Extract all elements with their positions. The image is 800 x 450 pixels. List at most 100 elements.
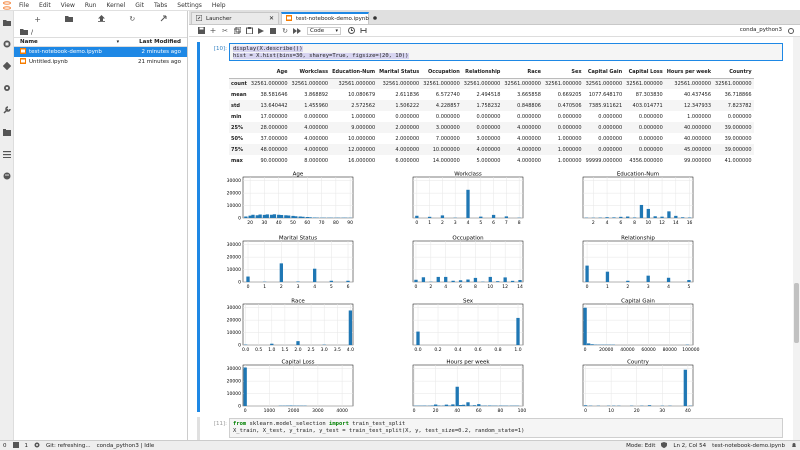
running-icon[interactable] [2, 39, 12, 49]
git-status[interactable]: Git: refreshing... [43, 443, 94, 449]
table-cell: 39.000000 [724, 135, 752, 142]
close-icon[interactable]: ✕ [269, 15, 274, 22]
new-folder-icon[interactable] [65, 15, 74, 24]
kernel-status[interactable]: conda_python3 | Idle [94, 443, 158, 449]
histogram-bar [262, 214, 267, 218]
cursor-position[interactable]: Ln 2, Col 54 [670, 443, 709, 449]
row-label: count [231, 80, 247, 87]
upload-icon[interactable] [97, 14, 105, 24]
row-label: 25% [231, 124, 243, 131]
stop-icon[interactable] [267, 26, 279, 36]
git-clone-icon[interactable] [160, 15, 167, 24]
file-row[interactable]: test-notebook-demo.ipynb 2 minutes ago [14, 47, 187, 57]
save-icon[interactable] [195, 26, 207, 36]
x-tick-label: 8 [633, 220, 636, 226]
kernel-name[interactable]: conda_python3 [740, 27, 782, 33]
code-cell-input[interactable]: display(X.describe()) hist = X.hist(bins… [229, 43, 783, 61]
table-row: std 13.640442 1.455960 2.572562 1.506222 4.22… [229, 100, 754, 111]
extension-icon[interactable] [2, 83, 12, 93]
table-cell: 32561.000000 [382, 80, 420, 87]
column-modified-header[interactable]: Last Modified [139, 39, 181, 45]
unsaved-dot-icon[interactable] [373, 16, 377, 22]
histogram-bar [667, 211, 671, 218]
terminal-count[interactable]: 0 [0, 443, 10, 449]
table-cell: 3.665858 [517, 91, 541, 98]
menu-git[interactable]: Git [130, 2, 149, 9]
x-tick-label: 0 [247, 284, 250, 290]
x-tick-label: 5 [330, 284, 333, 290]
restart-icon[interactable]: ↻ [279, 26, 291, 36]
code-cell-input[interactable]: from sklearn.model_selection import trai… [229, 418, 783, 438]
tabs-icon[interactable] [2, 127, 12, 137]
breadcrumb-root[interactable]: / [31, 29, 33, 36]
editor-mode: Mode: Edit [626, 442, 656, 449]
notebook-file-icon [286, 15, 292, 23]
palette-icon[interactable] [2, 171, 12, 181]
y-tick-label: 20000 [227, 255, 241, 261]
clock-icon[interactable] [345, 26, 357, 36]
table-cell: 17.000000 [260, 113, 288, 120]
histogram-workclass: 0 1 2 3 4 5 6 7 8 Workclass [389, 170, 559, 230]
refresh-icon[interactable]: ↻ [129, 15, 135, 23]
menu-edit[interactable]: Edit [34, 2, 56, 9]
x-tick-label: 4000 [336, 408, 348, 414]
bell-icon[interactable] [788, 442, 800, 450]
menu-file[interactable]: File [14, 2, 34, 9]
menu-view[interactable]: View [56, 2, 80, 9]
new-launcher-icon[interactable]: + [34, 15, 41, 24]
histogram-occupation: 0 2 4 6 8 10 12 14 Occupation [389, 234, 559, 294]
histogram-bar [444, 276, 448, 282]
histogram-bar [466, 189, 470, 218]
histogram-bar [660, 216, 664, 218]
x-tick-label: 5 [687, 284, 690, 290]
menu-settings[interactable]: Settings [172, 2, 207, 9]
x-tick-label: 1.0 [268, 347, 275, 353]
shield-icon [658, 441, 670, 450]
sort-chevron-icon[interactable]: ▾ [117, 39, 120, 45]
paste-icon[interactable] [243, 26, 255, 36]
histogram-capital-gain: 0 20000 40000 60000 80000 100000 Capital Gain [559, 297, 729, 357]
file-row[interactable]: Untitled.ipynb 21 minutes ago [14, 57, 187, 67]
x-tick-label: 0.0 [242, 347, 249, 353]
wrench-icon[interactable] [2, 105, 12, 115]
plot-frame [412, 303, 524, 346]
table-cell: 403.014771 [632, 102, 663, 109]
table-cell: 37.000000 [260, 135, 288, 142]
home-folder-icon[interactable] [20, 28, 28, 37]
keyword: from [233, 421, 247, 427]
table-cell: 0.000000 [638, 146, 663, 153]
launcher-icon [195, 14, 203, 23]
column-header: Relationship [461, 67, 503, 79]
menu-tabs[interactable]: Tabs [149, 2, 172, 9]
table-cell: 4.000000 [517, 124, 541, 131]
run-icon[interactable] [255, 26, 267, 36]
add-cell-icon[interactable]: + [207, 26, 219, 36]
notebook-scrollbar[interactable] [793, 37, 800, 440]
menu-run[interactable]: Run [80, 2, 102, 9]
histogram-bar [296, 341, 300, 345]
kernel-count[interactable]: 1 [22, 443, 32, 449]
fast-forward-icon[interactable] [291, 26, 303, 36]
table-row: 50% 37.000000 4.000000 10.000000 2.000000 7.0… [229, 133, 754, 144]
table-cell: 0.000000 [435, 113, 460, 120]
describe-table: Age Workclass Education-Num Marital Status O… [229, 67, 754, 166]
menu-kernel[interactable]: Kernel [101, 2, 130, 9]
x-tick-label: 4 [606, 220, 609, 226]
scrollbar-thumb[interactable] [794, 283, 799, 343]
git-diff-icon[interactable] [357, 26, 369, 36]
git-icon[interactable] [2, 61, 12, 71]
menu-help[interactable]: Help [207, 2, 231, 9]
column-name-header[interactable]: Name [20, 39, 117, 45]
cut-icon[interactable]: ✂ [219, 26, 231, 36]
histogram-title: Marital Status [279, 236, 317, 242]
folder-icon[interactable] [2, 17, 12, 27]
tab-notebook[interactable]: test-notebook-demo.ipynb [281, 12, 377, 24]
tab-launcher[interactable]: Launcher ✕ [191, 12, 279, 24]
cell-type-select[interactable]: Code ▾ [307, 26, 341, 35]
list-icon[interactable] [2, 149, 12, 159]
histogram-bar [272, 214, 277, 218]
x-tick-label: 60 [304, 220, 310, 226]
histogram-title: Country [627, 360, 650, 366]
copy-icon[interactable] [231, 26, 243, 36]
code-text: train_test_split [348, 421, 406, 427]
